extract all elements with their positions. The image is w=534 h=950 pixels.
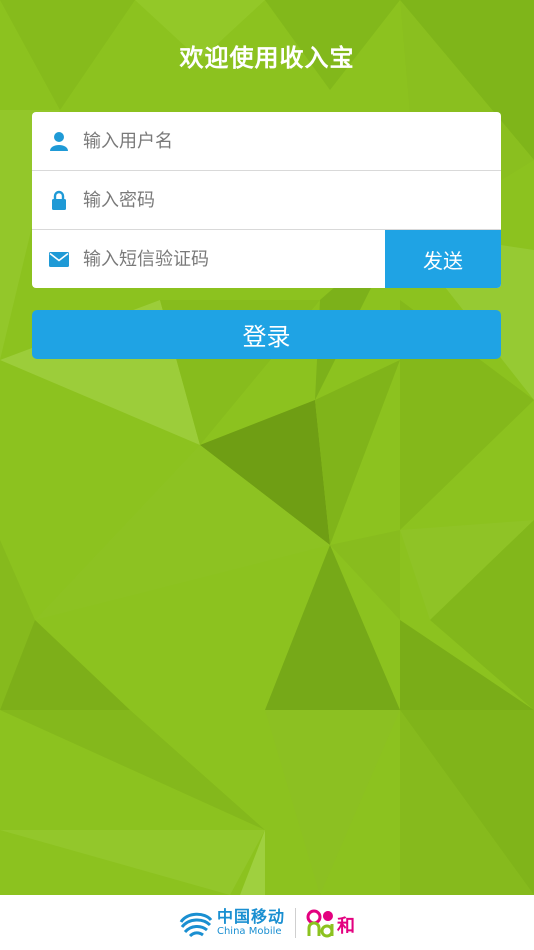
and-logo-mark-icon: [306, 909, 334, 937]
lock-icon: [49, 190, 69, 210]
china-mobile-en-label: China Mobile: [216, 925, 282, 937]
and-he-logo: 和: [306, 908, 355, 938]
password-input[interactable]: [83, 180, 501, 220]
page-title: 欢迎使用收入宝: [179, 44, 355, 72]
sms-code-input[interactable]: [83, 239, 373, 279]
footer-divider: [295, 907, 296, 938]
china-mobile-cn-label: 中国移动: [216, 906, 285, 926]
username-row: [32, 112, 501, 171]
send-code-button[interactable]: 发送: [385, 230, 501, 288]
password-row: [32, 171, 501, 230]
china-mobile-swirl-icon: [179, 912, 213, 937]
login-button[interactable]: 登录: [32, 310, 501, 359]
and-he-label: 和: [337, 915, 355, 937]
footer-brand-bar: 中国移动 China Mobile 和: [0, 895, 534, 950]
username-input[interactable]: [83, 121, 501, 161]
envelope-icon: [49, 249, 69, 269]
user-icon: [49, 131, 69, 151]
china-mobile-logo: 中国移动 China Mobile: [179, 908, 285, 938]
login-form: 发送: [32, 112, 501, 288]
